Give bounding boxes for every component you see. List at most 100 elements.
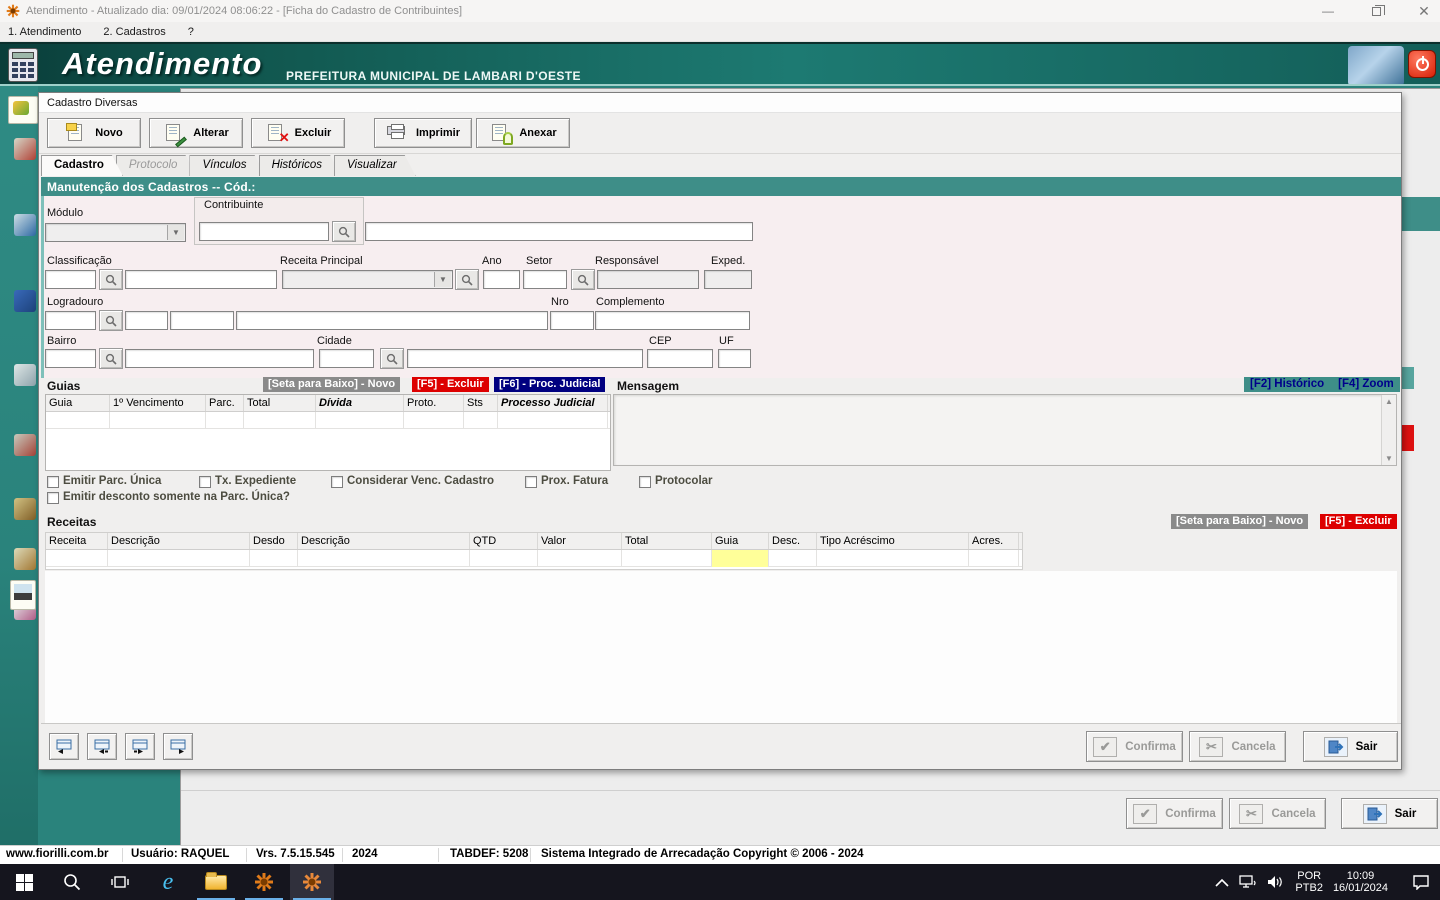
contribuinte-code-input[interactable]: [199, 222, 329, 241]
file-explorer-button[interactable]: [194, 864, 238, 900]
nav-last-button[interactable]: [163, 733, 193, 760]
menu-cadastros[interactable]: 2. Cadastros: [103, 26, 165, 38]
bairro-code-input[interactable]: [45, 349, 96, 368]
tray-chevron-up-icon[interactable]: [1215, 878, 1229, 887]
guias-grid[interactable]: Guia 1º Vencimento Parc. Total Dívida Pr…: [45, 394, 611, 471]
notification-center-icon[interactable]: [1412, 874, 1430, 890]
tx-expediente-checkbox[interactable]: [199, 476, 211, 488]
bairro-nome-input[interactable]: [125, 349, 314, 368]
alterar-button[interactable]: Alterar: [149, 118, 243, 148]
power-exit-button[interactable]: [1408, 50, 1436, 78]
receita-principal-combobox[interactable]: ▼: [282, 270, 453, 289]
receitas-col: Tipo Acréscimo: [817, 533, 969, 549]
receitas-title: Receitas: [47, 515, 96, 529]
logradouro-code-input[interactable]: [45, 311, 96, 330]
parent-sair-button[interactable]: Sair: [1341, 798, 1438, 829]
anexar-button[interactable]: Anexar: [476, 118, 570, 148]
fiorilli-app-button[interactable]: [242, 864, 286, 900]
logradouro-titulo-input[interactable]: [170, 311, 234, 330]
desconto-checkbox[interactable]: [47, 492, 59, 504]
protocolar-checkbox[interactable]: [639, 476, 651, 488]
sair-button[interactable]: Sair: [1303, 731, 1398, 762]
tab-cadastro[interactable]: Cadastro: [41, 155, 123, 176]
tab-historicos[interactable]: Históricos: [259, 155, 341, 176]
cidade-search-button[interactable]: [380, 348, 404, 369]
chevron-down-icon[interactable]: ▼: [434, 272, 451, 287]
uf-input[interactable]: [718, 349, 751, 368]
tab-vinculos[interactable]: Vínculos: [189, 155, 265, 176]
close-button[interactable]: ✕: [1414, 3, 1434, 19]
receitas-empty-row[interactable]: [46, 550, 1022, 567]
guia-highlight-cell[interactable]: [712, 550, 769, 567]
cidade-code-input[interactable]: [319, 349, 374, 368]
ano-input[interactable]: [483, 270, 520, 289]
logradouro-tipo-input[interactable]: [125, 311, 168, 330]
start-button[interactable]: [2, 864, 46, 900]
contribuinte-search-button[interactable]: [332, 221, 356, 242]
scroll-down-icon[interactable]: ▼: [1385, 454, 1393, 463]
clock[interactable]: 10:09 16/01/2024: [1333, 870, 1388, 894]
prox-fatura-checkbox[interactable]: [525, 476, 537, 488]
classificacao-search-button[interactable]: [99, 269, 123, 290]
classificacao-code-input[interactable]: [45, 270, 96, 289]
taskbar-search-button[interactable]: [50, 864, 94, 900]
cancela-button[interactable]: ✂ Cancela: [1189, 731, 1286, 762]
exped-input[interactable]: [704, 270, 752, 289]
restore-button[interactable]: [1366, 3, 1386, 19]
guias-col: Processo Judicial: [498, 395, 608, 411]
imprimir-button[interactable]: Imprimir: [374, 118, 472, 148]
logradouro-search-button[interactable]: [99, 310, 123, 331]
fiorilli-atendimento-button[interactable]: [290, 864, 334, 900]
speaker-icon[interactable]: [1267, 875, 1285, 889]
complemento-input[interactable]: [595, 311, 750, 330]
anexar-label: Anexar: [519, 127, 556, 139]
considerar-venc-checkbox[interactable]: [331, 476, 343, 488]
contribuinte-name-input[interactable]: [365, 222, 753, 241]
setor-input[interactable]: [523, 270, 567, 289]
mensagem-label: Mensagem: [617, 379, 679, 393]
app-logo-text: Atendimento: [62, 46, 262, 82]
nav-prev-button[interactable]: [87, 733, 117, 760]
responsavel-input[interactable]: [597, 270, 699, 289]
novo-button[interactable]: Novo: [47, 118, 141, 148]
internet-explorer-button[interactable]: e: [146, 864, 190, 900]
bairro-search-button[interactable]: [99, 348, 123, 369]
parent-cancela-button[interactable]: ✂ Cancela: [1229, 798, 1326, 829]
setor-search-button[interactable]: [571, 269, 595, 290]
receitas-grid[interactable]: Receita Descrição Desdo Descrição QTD Va…: [45, 532, 1023, 570]
tab-protocolo[interactable]: Protocolo: [116, 155, 197, 176]
guias-empty-row[interactable]: [46, 412, 610, 429]
network-icon[interactable]: [1239, 875, 1257, 889]
scroll-up-icon[interactable]: ▲: [1385, 397, 1393, 406]
considerar-venc-label: Considerar Venc. Cadastro: [347, 475, 494, 487]
minimize-button[interactable]: —: [1318, 3, 1338, 19]
search-icon: [577, 274, 589, 286]
status-copyright: Sistema Integrado de Arrecadação Copyrig…: [541, 848, 864, 860]
emitir-parc-checkbox[interactable]: [47, 476, 59, 488]
logradouro-nome-input[interactable]: [236, 311, 548, 330]
guias-col: Dívida: [316, 395, 404, 411]
language-indicator[interactable]: POR PTB2: [1295, 870, 1323, 894]
cidade-nome-input[interactable]: [407, 349, 643, 368]
sidebar-icon-fragment: [14, 138, 36, 160]
menu-atendimento[interactable]: 1. Atendimento: [8, 26, 81, 38]
excluir-button[interactable]: ✕ Excluir: [251, 118, 345, 148]
confirma-button[interactable]: ✔ Confirma: [1086, 731, 1183, 762]
parent-confirma-button[interactable]: ✔ Confirma: [1126, 798, 1223, 829]
modulo-combobox[interactable]: ▼: [45, 223, 186, 242]
nav-first-button[interactable]: [49, 733, 79, 760]
menu-help[interactable]: ?: [188, 26, 194, 38]
mensagem-memo[interactable]: ▲▼: [613, 394, 1397, 466]
dialog-tabs: Cadastro Protocolo Vínculos Históricos V…: [41, 155, 409, 176]
responsavel-label: Responsável: [595, 255, 659, 267]
classificacao-desc-input[interactable]: [125, 270, 277, 289]
nav-next-button[interactable]: [125, 733, 155, 760]
receita-principal-search-button[interactable]: [455, 269, 479, 290]
memo-scrollbar[interactable]: ▲▼: [1381, 395, 1396, 465]
tab-visualizar[interactable]: Visualizar: [334, 155, 416, 176]
cep-input[interactable]: [647, 349, 713, 368]
nro-input[interactable]: [550, 311, 594, 330]
task-view-button[interactable]: [98, 864, 142, 900]
chevron-down-icon[interactable]: ▼: [167, 225, 184, 240]
protocolar-label: Protocolar: [655, 475, 713, 487]
